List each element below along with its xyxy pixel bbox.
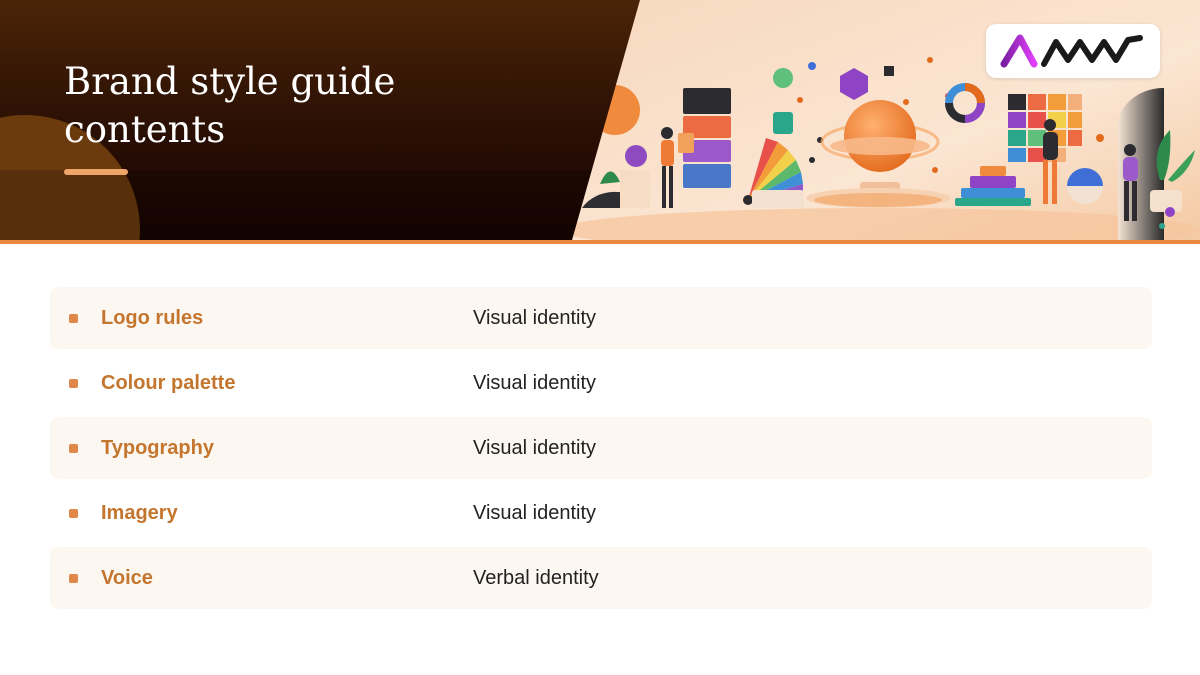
- header-banner: Brand style guide contents: [0, 0, 1200, 244]
- list-item: Voice Verbal identity: [50, 547, 1152, 609]
- bullet-icon: [69, 574, 78, 583]
- item-label: Typography: [101, 437, 214, 459]
- item-category: Visual identity: [473, 307, 597, 329]
- brand-logo-icon: [1000, 34, 1143, 68]
- item-category: Visual identity: [473, 437, 597, 459]
- item-category: Verbal identity: [473, 567, 599, 589]
- item-label: Colour palette: [101, 372, 236, 394]
- item-label: Logo rules: [101, 307, 204, 329]
- bullet-icon: [69, 509, 78, 518]
- decorative-shade: [0, 170, 640, 240]
- title-underline: [64, 169, 128, 175]
- contents-list: Logo rules Visual identity Colour palett…: [50, 287, 1152, 612]
- item-label: Voice: [101, 567, 153, 589]
- bullet-icon: [69, 379, 78, 388]
- accent-divider: [0, 240, 1200, 244]
- page-title: Brand style guide contents: [64, 60, 396, 151]
- list-item: Imagery Visual identity: [50, 482, 1152, 544]
- bullet-icon: [69, 314, 78, 323]
- bullet-icon: [69, 444, 78, 453]
- brand-logo: [986, 24, 1160, 78]
- item-label: Imagery: [101, 502, 178, 524]
- list-item: Typography Visual identity: [50, 417, 1152, 479]
- item-category: Visual identity: [473, 502, 597, 524]
- list-item: Colour palette Visual identity: [50, 352, 1152, 414]
- list-item: Logo rules Visual identity: [50, 287, 1152, 349]
- item-category: Visual identity: [473, 372, 597, 394]
